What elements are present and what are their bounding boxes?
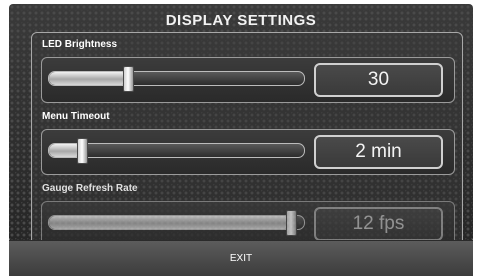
- exit-button[interactable]: EXIT: [9, 241, 473, 276]
- setting-row: 12 fps: [41, 201, 455, 242]
- setting-label: Menu Timeout: [42, 111, 110, 122]
- setting-led-brightness: LED Brightness 30: [32, 37, 462, 107]
- timeout-value: 2 min: [314, 135, 443, 169]
- setting-row: 30: [41, 57, 455, 103]
- slider-fill: [49, 216, 292, 229]
- slider-fill: [49, 72, 129, 85]
- setting-menu-timeout: Menu Timeout 2 min: [32, 109, 462, 179]
- settings-panel: LED Brightness 30 Menu Timeout 2 min Gau…: [31, 32, 463, 242]
- timeout-slider-thumb[interactable]: [77, 138, 89, 164]
- setting-row: 2 min: [41, 129, 455, 175]
- setting-label: Gauge Refresh Rate: [42, 183, 138, 194]
- brightness-slider-track[interactable]: [48, 71, 305, 86]
- refresh-slider-thumb[interactable]: [286, 210, 298, 236]
- brightness-slider-thumb[interactable]: [123, 66, 135, 92]
- display-settings-screen: DISPLAY SETTINGS LED Brightness 30 Menu …: [9, 4, 473, 242]
- setting-label: LED Brightness: [42, 39, 118, 50]
- screen-title: DISPLAY SETTINGS: [165, 12, 317, 29]
- bottom-bar: EXIT: [9, 240, 473, 276]
- refresh-slider-track[interactable]: [48, 215, 305, 230]
- refresh-rate-value: 12 fps: [314, 207, 443, 241]
- setting-gauge-refresh-rate: Gauge Refresh Rate 12 fps: [32, 181, 462, 242]
- brightness-value: 30: [314, 63, 443, 97]
- device-frame: DISPLAY SETTINGS LED Brightness 30 Menu …: [0, 0, 483, 276]
